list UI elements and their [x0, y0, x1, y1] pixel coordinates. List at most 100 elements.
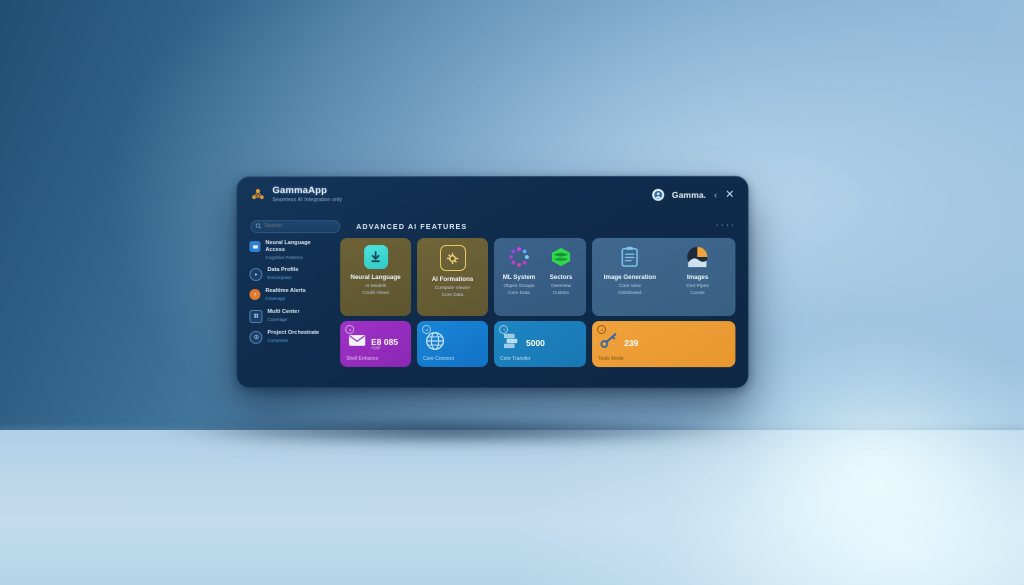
- feature-name: ML System: [502, 273, 536, 281]
- sidebar-item-subtitle: Coverage: [265, 296, 286, 302]
- stat-tile-tools-mode[interactable]: 239 Tools Mode: [592, 321, 736, 368]
- titlebar-controls: Gamma. ‹ ✕: [651, 188, 734, 201]
- feature-line2: Overview: [551, 284, 572, 290]
- stat-value-sub: Appl: [371, 344, 381, 350]
- feature-panel-1[interactable]: Neural Language AI Models Credit Views: [340, 238, 412, 316]
- window-toolbar: ADVANCED AI FEATURES • • • •: [237, 216, 749, 236]
- sidebar-item-subtitle: Coverage: [267, 316, 288, 322]
- feature-line3: Core Data: [508, 291, 530, 297]
- feature-line2: Cert Pipes: [686, 284, 709, 290]
- sidebar-item-realtime-alerts[interactable]: Realtime Alerts Coverage: [249, 288, 328, 301]
- stat-label: Core Connect: [423, 355, 454, 362]
- stat-tile-body: E8 085 Appl: [346, 330, 405, 356]
- app-title: GammaApp: [272, 185, 328, 197]
- sidebar-item-title-2: Access: [265, 246, 285, 253]
- play-circle-icon: [249, 268, 263, 282]
- minus-circle-icon: [597, 325, 607, 335]
- stat-tile-shell-enhance[interactable]: E8 085 Appl Shell Enhance: [340, 320, 412, 367]
- sidebar-item-multi-center[interactable]: Multi Center Coverage: [249, 309, 328, 323]
- feature-card-ml-system[interactable]: ML System Object Groups Core Data: [500, 245, 538, 311]
- search-icon: [255, 223, 262, 230]
- sidebar-item-title: Multi Center: [267, 308, 300, 315]
- clipboard-icon: [618, 245, 642, 269]
- stat-label: Shell Enhance: [346, 355, 379, 362]
- sidebar-item-project-orchestrate[interactable]: Project Orchestrate Composer: [249, 330, 328, 344]
- feature-line3: Credit Views: [362, 291, 390, 297]
- search-input[interactable]: [264, 223, 336, 230]
- brand-area: GammaApp Seamless AI Integration only: [250, 185, 343, 204]
- molecule-logo-icon: [250, 188, 265, 203]
- window-titlebar: GammaApp Seamless AI Integration only Ga…: [237, 176, 749, 214]
- feature-line2: Core View: [618, 284, 641, 290]
- sidebar-item-title: Project Orchestrate: [267, 329, 320, 336]
- sidebar: Neural Language Access Cognitive Pattern…: [237, 236, 337, 388]
- chevron-left-icon[interactable]: ‹: [714, 189, 717, 199]
- alert-circle-icon: [249, 289, 261, 301]
- stat-label: Core Transfer: [500, 356, 531, 363]
- window-ground-shadow: [165, 418, 725, 444]
- stat-values: E8 085 Appl: [371, 336, 398, 349]
- feature-name: Neural Language: [350, 274, 401, 282]
- feature-panel-4[interactable]: Image Generation Core View Distributed I…: [592, 237, 736, 317]
- feature-card-neural-language[interactable]: Neural Language AI Models Credit Views: [346, 245, 405, 311]
- info-circle-icon: [345, 324, 355, 334]
- feature-card-image-generation[interactable]: Image Generation Core View Distributed: [598, 245, 662, 311]
- section-title: ADVANCED AI FEATURES: [356, 221, 468, 231]
- stat-values: 5000: [526, 338, 545, 348]
- stat-tile-body: 239: [598, 330, 729, 356]
- sidebar-item-text: Data Profile Encompass: [267, 267, 298, 280]
- feature-line2: Compute Viewer: [434, 286, 471, 292]
- stat-values: 239: [624, 338, 638, 348]
- feature-panel-3[interactable]: ML System Object Groups Core Data Sector…: [493, 237, 587, 317]
- feature-name: Images: [686, 273, 709, 281]
- stat-tile-row: E8 085 Appl Shell Enhance Core Connect 5…: [340, 320, 736, 368]
- sidebar-item-text: Neural Language Access Cognitive Pattern…: [265, 240, 310, 260]
- feature-name: AI Formations: [431, 276, 474, 283]
- sidebar-item-text: Project Orchestrate Composer: [267, 330, 319, 344]
- feature-panel-2[interactable]: AI Formations Compute Viewer Core Data: [417, 238, 489, 316]
- toolbar-overflow[interactable]: • • • •: [716, 223, 734, 229]
- stat-value: 5000: [526, 338, 545, 349]
- sidebar-item-text: Realtime Alerts Coverage: [265, 288, 305, 301]
- user-avatar-icon[interactable]: [651, 188, 664, 201]
- target-circle-icon: [249, 330, 263, 344]
- brand-text: GammaApp Seamless AI Integration only: [272, 185, 343, 204]
- app-subtitle: Seamless AI Integration only: [272, 197, 343, 204]
- clock-circle-icon: [498, 325, 509, 335]
- stat-tile-body: [423, 330, 482, 356]
- pie-chart-icon: [686, 245, 710, 269]
- close-icon[interactable]: ✕: [725, 188, 734, 200]
- feature-card-sectors[interactable]: Sectors Overview Custom: [542, 245, 580, 311]
- window-body: Neural Language Access Cognitive Pattern…: [237, 236, 749, 388]
- stat-tile-body: 5000: [500, 330, 580, 356]
- feature-card-images[interactable]: Images Cert Pipes Curate: [666, 245, 730, 311]
- sidebar-item-subtitle: Encompass: [267, 275, 292, 281]
- feature-name: Image Generation: [603, 273, 657, 281]
- app-window: GammaApp Seamless AI Integration only Ga…: [236, 175, 749, 389]
- sidebar-item-subtitle: Composer: [267, 337, 289, 343]
- server-stack-icon: [502, 332, 521, 354]
- envelope-icon: [348, 334, 366, 352]
- feature-line3: Custom: [552, 291, 570, 297]
- content-area: Neural Language AI Models Credit Views A…: [336, 236, 748, 388]
- feature-card-ai-formations[interactable]: AI Formations Compute Viewer Core Data: [423, 245, 482, 311]
- stat-label: Tools Mode: [598, 356, 624, 363]
- key-icon: [599, 332, 619, 354]
- feature-line3: Distributed: [618, 291, 642, 297]
- globe-icon: [425, 330, 445, 355]
- sidebar-item-subtitle: Cognitive Patterns: [265, 254, 303, 260]
- sidebar-item-data-profile[interactable]: Data Profile Encompass: [249, 267, 328, 282]
- feature-name: Sectors: [549, 273, 573, 281]
- hexagon-stack-icon: [549, 245, 573, 269]
- search-box[interactable]: [250, 219, 341, 233]
- stat-tile-core-connect[interactable]: Core Connect: [417, 320, 489, 367]
- feature-line2: Object Groups: [503, 284, 535, 290]
- feature-line2: AI Models: [364, 284, 387, 290]
- stat-tile-core-transfer[interactable]: 5000 Core Transfer: [493, 321, 587, 368]
- account-name[interactable]: Gamma.: [672, 190, 706, 200]
- grid-square-icon: [249, 309, 263, 323]
- chat-square-icon: [249, 241, 261, 253]
- sidebar-item-title: Realtime Alerts: [265, 288, 306, 295]
- feature-line3: Core Data: [441, 293, 464, 299]
- sidebar-item-neural-language[interactable]: Neural Language Access Cognitive Pattern…: [249, 240, 328, 260]
